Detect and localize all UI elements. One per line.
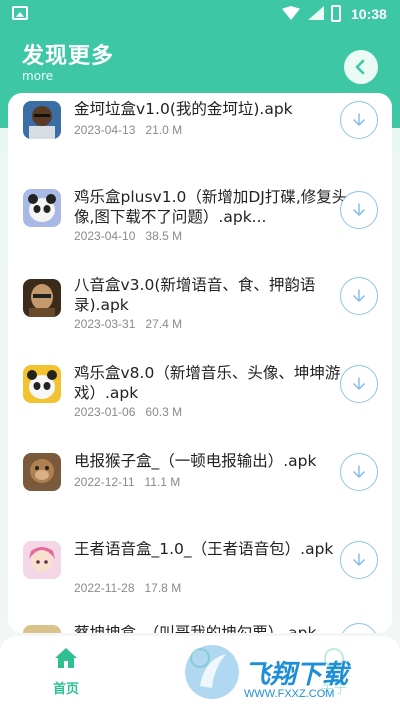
panda-avatar-icon <box>23 189 61 227</box>
list-item[interactable]: 电报猴子盒_（一顿电报输出）.apk 2022-12-11 11.1 M <box>8 445 392 533</box>
app-list: 金坷垃盒v1.0(我的金坷垃).apk 2023-04-13 21.0 M 鸡乐盒… <box>8 93 392 633</box>
tab-home[interactable]: 首页 <box>16 646 116 706</box>
app-size: 60.3 M <box>145 405 183 419</box>
app-meta: 2022-11-28 17.8 M <box>74 581 181 595</box>
download-arrow-icon <box>353 465 365 478</box>
list-item[interactable]: 金坷垃盒v1.0(我的金坷垃).apk 2023-04-13 21.0 M <box>8 93 392 181</box>
download-button[interactable] <box>340 541 378 579</box>
download-arrow-icon <box>353 203 365 216</box>
app-date: 2022-11-28 <box>74 581 135 595</box>
app-name: 金坷垃盒v1.0(我的金坷垃).apk <box>74 100 293 118</box>
download-button[interactable] <box>340 101 378 139</box>
face-avatar-icon <box>23 101 61 139</box>
list-item[interactable]: 鸡乐盒v8.0（新增音乐、头像、坤坤游戏）.apk 2023-01-06 60.3… <box>8 357 392 445</box>
app-name: 鸡乐盒plusv1.0（新增加DJ打碟,修复头像,图下载不了问题）.apk... <box>74 188 348 226</box>
app-meta: 2022-12-11 11.1 M <box>74 475 180 489</box>
status-time: 10:38 <box>351 6 387 22</box>
download-arrow-icon <box>353 289 365 302</box>
app-size: 11.1 M <box>144 475 181 489</box>
signal-icon <box>308 6 324 20</box>
list-item[interactable]: 王者语音盒_1.0_（王者语音包）.apk 2022-11-28 17.8 M <box>8 533 392 621</box>
app-name: 八音盒v3.0(新增语音、食、押韵语录).apk <box>74 276 316 314</box>
wifi-icon <box>282 6 300 20</box>
watermark-brand: 飞翔下载 <box>244 660 349 690</box>
download-arrow-icon <box>353 553 365 566</box>
gallery-notification-icon <box>12 6 28 20</box>
app-name: 鸡乐盒v8.0（新增音乐、头像、坤坤游戏）.apk <box>74 364 341 402</box>
download-button[interactable] <box>340 191 378 229</box>
bald-man-avatar-icon <box>23 279 61 317</box>
app-size: 17.8 M <box>144 581 182 595</box>
back-button[interactable] <box>344 50 378 84</box>
app-meta: 2023-04-13 21.0 M <box>74 123 182 137</box>
app-size: 21.0 M <box>145 123 183 137</box>
home-icon <box>55 648 77 668</box>
watermark-logo-icon <box>185 645 239 699</box>
app-date: 2023-01-06 <box>74 405 136 419</box>
app-name: 电报猴子盒_（一顿电报输出）.apk <box>74 452 317 470</box>
app-date: 2023-04-10 <box>74 229 136 243</box>
panda-yellow-avatar-icon <box>23 365 61 403</box>
watermark: 飞翔下载 WWW.FXXZ.COM <box>180 636 392 706</box>
page-subtitle: more <box>22 69 54 83</box>
status-bar: 10:38 <box>0 0 400 28</box>
partial-avatar-icon <box>23 625 61 633</box>
download-button[interactable] <box>340 453 378 491</box>
monkey-avatar-icon <box>23 453 61 491</box>
download-arrow-icon <box>353 113 365 126</box>
chevron-left-icon <box>355 59 365 75</box>
app-date: 2023-03-31 <box>74 317 136 331</box>
app-size: 27.4 M <box>145 317 183 331</box>
page-title: 发现更多 <box>22 44 115 69</box>
tab-home-label: 首页 <box>52 681 79 696</box>
battery-icon <box>331 5 341 22</box>
list-item[interactable]: 蔡坤坤盒_（叫哥我的坤勾要）.apk <box>8 621 392 633</box>
app-date: 2022-12-11 <box>74 475 135 489</box>
app-size: 38.5 M <box>145 229 183 243</box>
app-meta: 2023-03-31 27.4 M <box>74 317 182 331</box>
list-item[interactable]: 鸡乐盒plusv1.0（新增加DJ打碟,修复头像,图下载不了问题）.apk...… <box>8 181 392 269</box>
app-meta: 2023-04-10 38.5 M <box>74 229 182 243</box>
list-item[interactable]: 八音盒v3.0(新增语音、食、押韵语录).apk 2023-03-31 27.4 … <box>8 269 392 357</box>
download-arrow-icon <box>353 377 365 390</box>
anime-girl-avatar-icon <box>23 541 61 579</box>
app-date: 2023-04-13 <box>74 123 136 137</box>
watermark-url: WWW.FXXZ.COM <box>244 688 335 700</box>
download-button[interactable] <box>340 365 378 403</box>
app-meta: 2023-01-06 60.3 M <box>74 405 182 419</box>
app-name: 蔡坤坤盒_（叫哥我的坤勾要）.apk <box>74 624 317 633</box>
app-name: 王者语音盒_1.0_（王者语音包）.apk <box>74 540 334 558</box>
download-button[interactable] <box>340 277 378 315</box>
